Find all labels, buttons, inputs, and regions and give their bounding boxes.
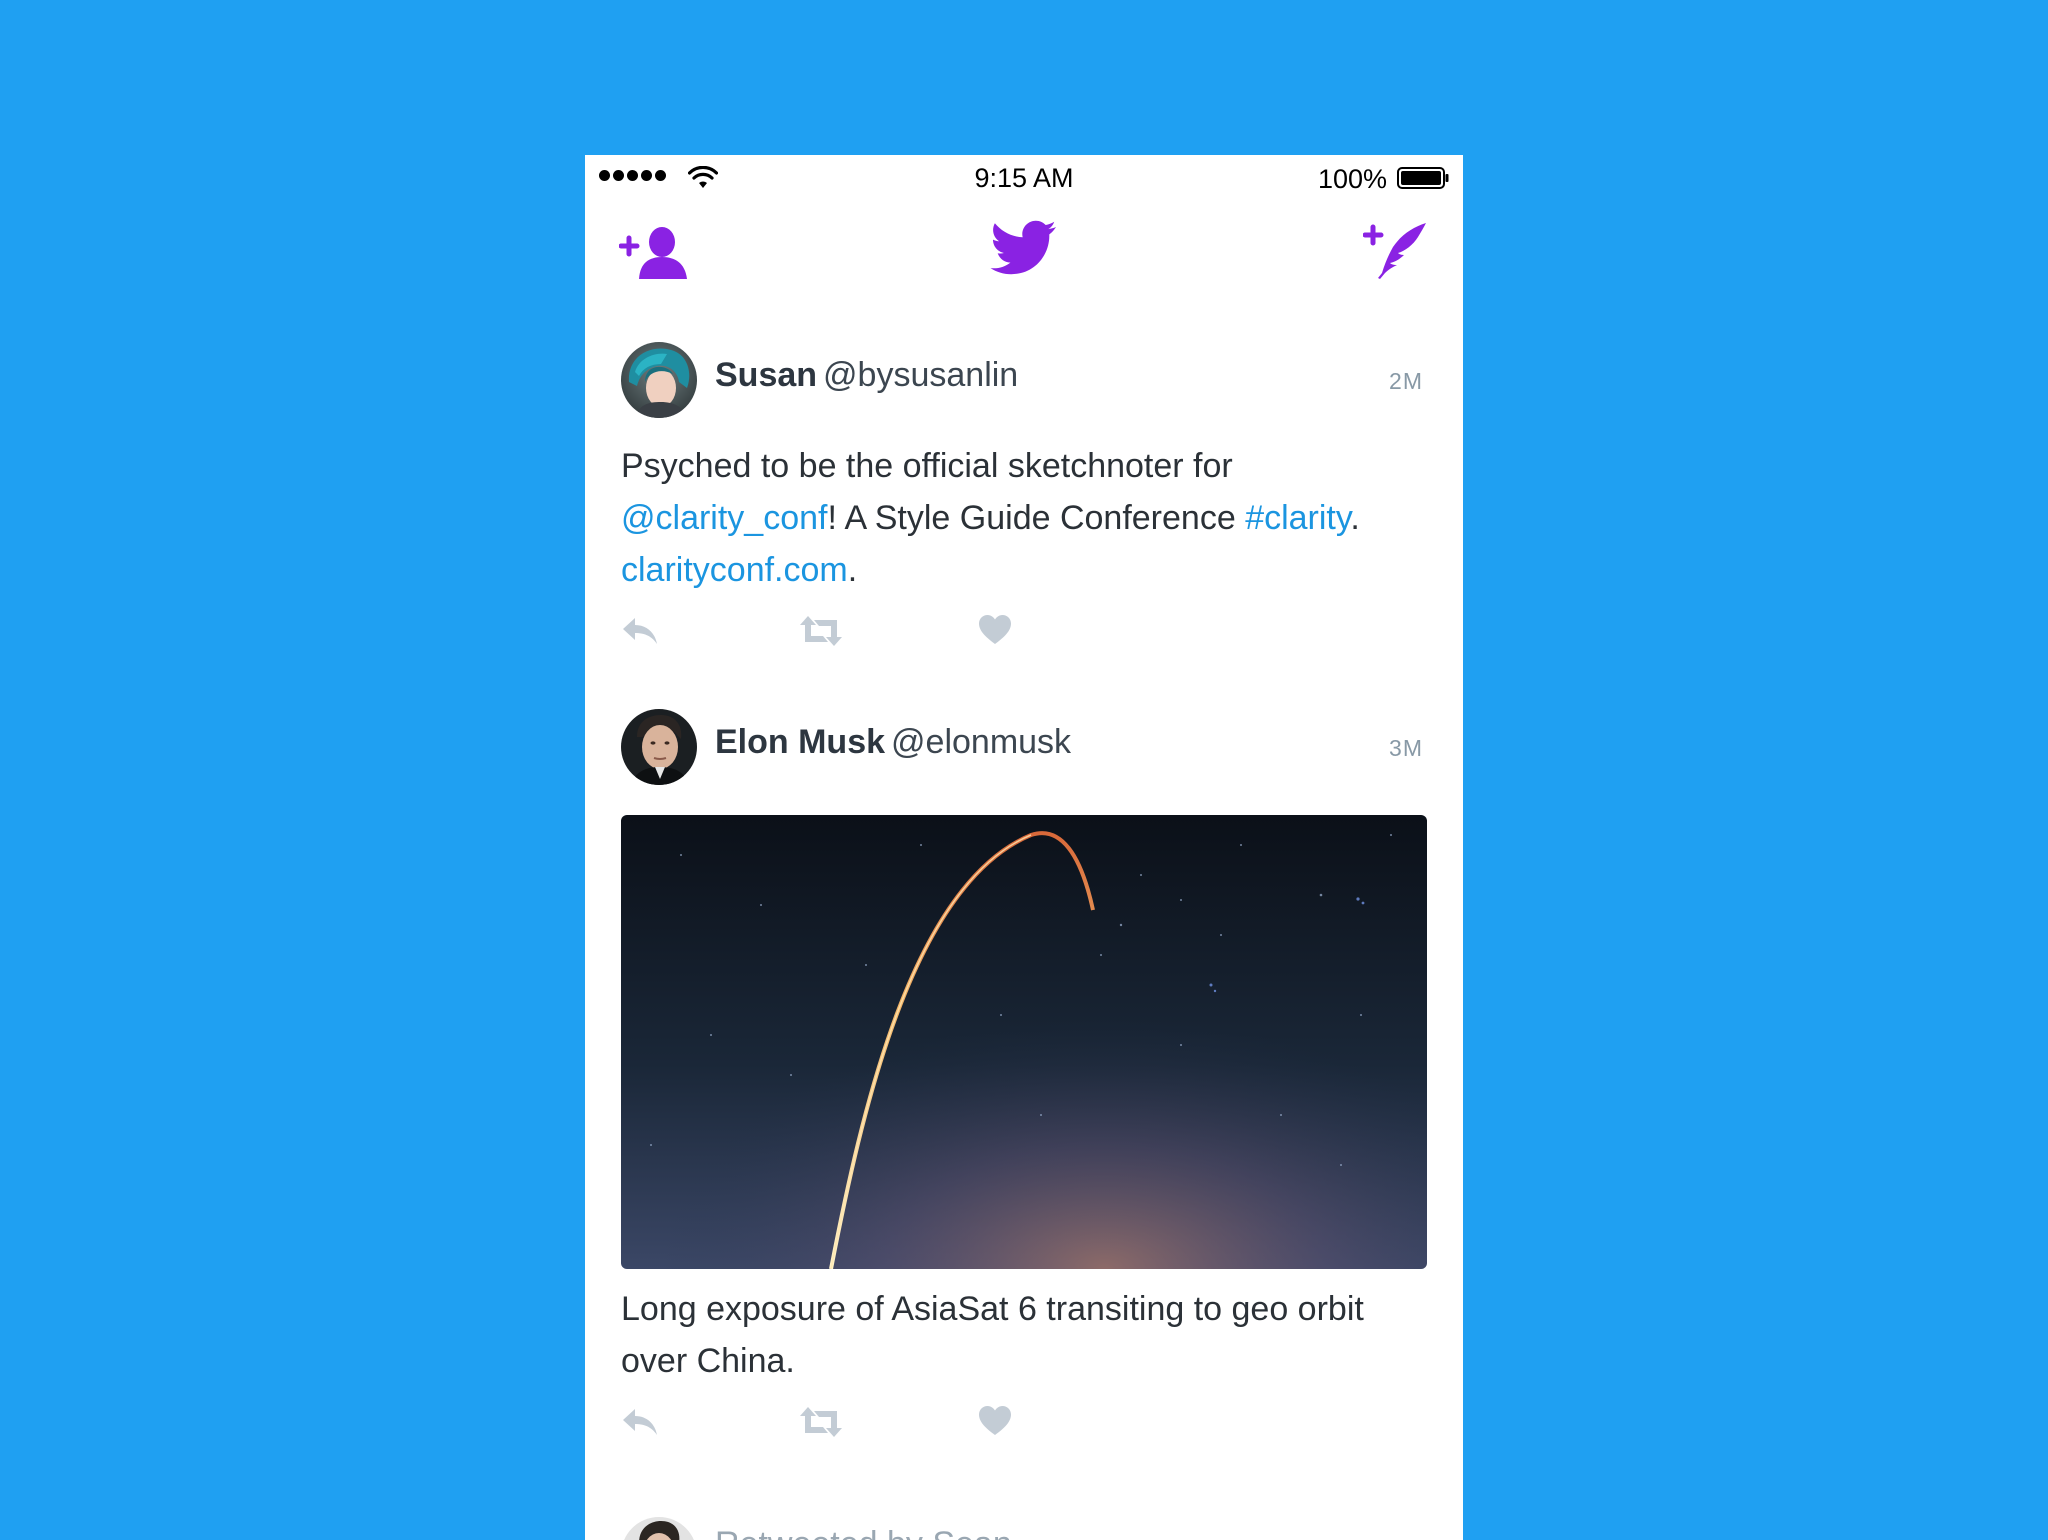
tweet-text: Long exposure of AsiaSat 6 transiting to… [621,1283,1427,1387]
battery-icon [1397,167,1449,189]
author-line: Susan @bysusanlin [715,356,1018,395]
author-handle[interactable]: @elonmusk [891,723,1071,761]
tweet-text-segment: . [847,551,858,589]
hashtag-link[interactable]: #clarity [1245,499,1350,537]
top-navigation [585,213,1463,303]
author-name[interactable]: Susan [715,356,817,394]
tweet-actions [621,1405,1427,1445]
like-icon[interactable] [978,1405,1012,1437]
url-link[interactable]: clarityconf.com [621,551,848,589]
retweeted-by-label: Retweeted by Sean [715,1525,1012,1540]
retweet-icon[interactable] [798,614,844,648]
tweet-media-image[interactable] [621,815,1427,1269]
tweet-text-segment: Psyched to be the official sketchnoter f… [621,447,1233,485]
tweet-actions [621,614,1427,654]
like-icon[interactable] [978,614,1012,646]
avatar[interactable] [621,1517,697,1540]
tweet-timestamp: 3M [1389,735,1423,761]
phone-screen: 9:15 AM 100% Susan @bysusanlin 2M Psyche… [585,155,1463,1540]
tweet-text-segment: . [1350,499,1360,537]
status-bar: 9:15 AM 100% [585,155,1463,203]
retweet-icon[interactable] [798,1405,844,1439]
reply-icon[interactable] [621,614,659,648]
twitter-bird-icon[interactable] [990,219,1058,279]
battery-percentage: 100% [1317,164,1387,194]
tweet-timestamp: 2M [1389,368,1423,394]
tweet-text: Psyched to be the official sketchnoter f… [621,440,1427,596]
author-handle[interactable]: @bysusanlin [823,356,1018,394]
reply-icon[interactable] [621,1405,659,1439]
tweet-header: Elon Musk @elonmusk 3M [621,709,1427,785]
author-line: Elon Musk @elonmusk [715,723,1071,762]
author-name[interactable]: Elon Musk [715,723,885,761]
tweet-text-segment: Long exposure of AsiaSat 6 transiting to… [621,1290,1364,1328]
compose-tweet-icon[interactable] [1363,221,1429,281]
avatar[interactable] [621,342,697,418]
add-user-icon[interactable] [619,225,693,281]
tweet-header: Susan @bysusanlin 2M [621,342,1427,418]
avatar[interactable] [621,709,697,785]
mention-link[interactable]: @clarity_conf [621,499,827,537]
tweet-text-segment: ! A Style Guide Conference [827,499,1246,537]
tweet-text-segment: over China. [621,1342,795,1380]
tweet-card[interactable]: Susan @bysusanlin 2M Psyched to be the of… [621,342,1427,654]
tweet-card[interactable]: Elon Musk @elonmusk 3M Long exposure of … [621,709,1427,1445]
